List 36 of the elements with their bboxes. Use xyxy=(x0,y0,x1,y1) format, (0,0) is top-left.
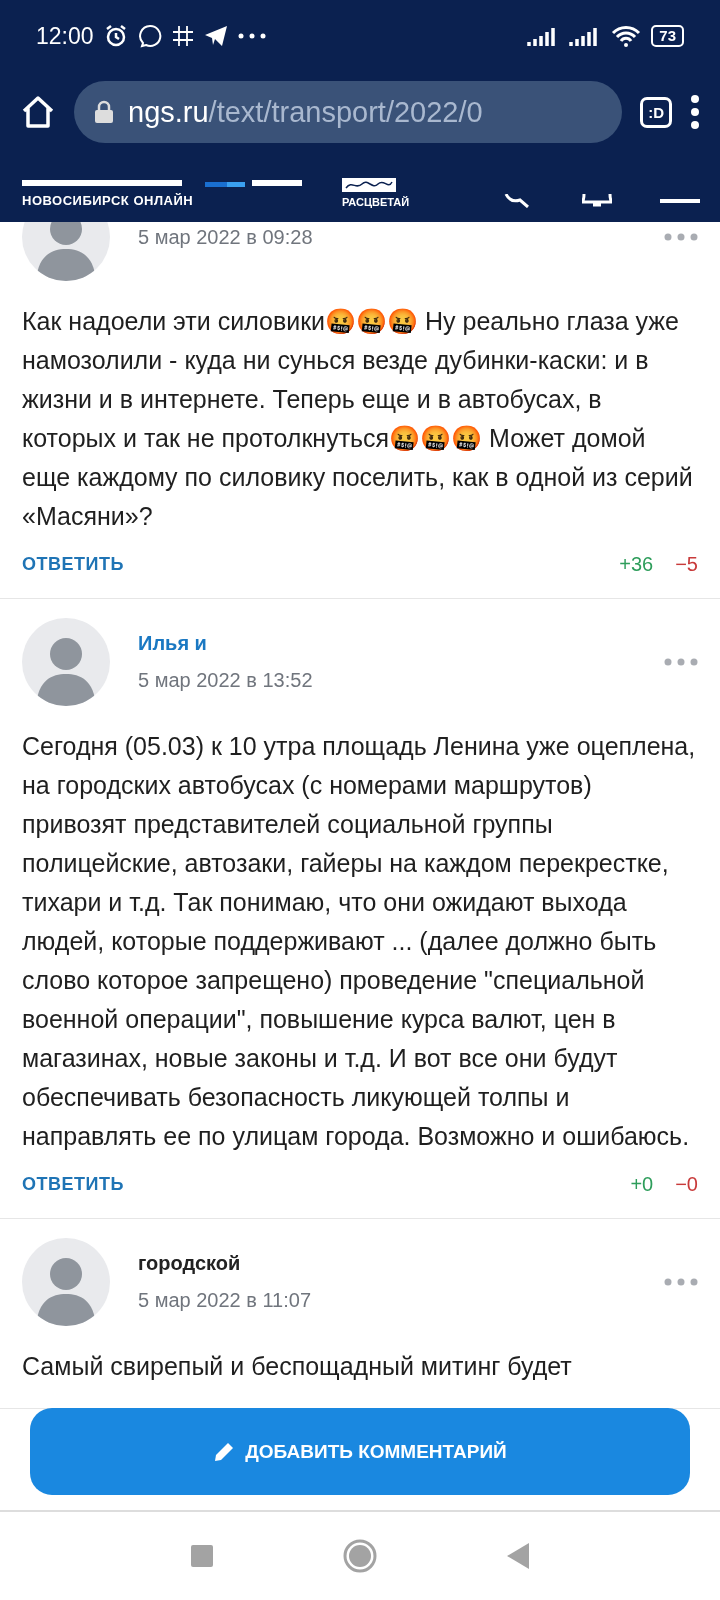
home-icon[interactable] xyxy=(20,94,56,130)
upvote-count[interactable]: +36 xyxy=(619,552,654,576)
comment-text: Сегодня (05.03) к 10 утра площадь Ленина уже оцеплена, на городских автобусах (с номерами маршрутов) привозят представителей социальной группы полицейские, автозаки, гайеры на каждом перекрестке, тихари и т.д. Так понимаю, что они ожидают выхода людей, которые поддерживают ... (далее должно быть слово которое запрещено) проведение "специальной военной операции", повышение курса валют, цен в магазинах, новые законы и т.д. И вот все они будут обеспечивать безопасность ликующей толпы и направлять ее по улицам города. Возможно и ошибаюсь. xyxy=(22,731,697,1152)
more-notifications-icon xyxy=(237,33,266,39)
comment-date: 5 мар 2022 в 11:07 xyxy=(138,1289,313,1312)
battery-level: 73 xyxy=(651,25,684,47)
grid-icon xyxy=(171,25,194,47)
downvote-count[interactable]: −0 xyxy=(675,1172,698,1196)
more-icon[interactable] xyxy=(664,658,698,666)
comment-text: Самый свирепый и беспощадный митинг будет xyxy=(22,1351,573,1382)
author-name[interactable]: городской xyxy=(138,1252,636,1275)
pattern-icon xyxy=(342,178,396,192)
home-button-icon[interactable] xyxy=(343,1539,377,1573)
downvote-count[interactable]: −5 xyxy=(675,552,698,576)
wifi-icon xyxy=(611,25,642,47)
tabs-button[interactable]: :D xyxy=(640,96,672,128)
logo-drawing[interactable] xyxy=(22,180,302,190)
more-icon[interactable] xyxy=(664,1278,698,1286)
pencil-icon xyxy=(213,1440,236,1463)
upvote-count[interactable]: +0 xyxy=(630,1172,654,1196)
status-time: 12:00 xyxy=(36,22,94,50)
back-icon[interactable] xyxy=(507,1543,529,1569)
menu-icon[interactable] xyxy=(690,95,700,129)
more-icon[interactable] xyxy=(664,233,698,241)
paper-plane-icon xyxy=(203,25,228,47)
site-tagline: НОВОСИБИРСК ОНЛАЙН xyxy=(22,193,195,208)
address-bar[interactable]: ngs.ru/text/transport/2022/0 xyxy=(74,81,623,143)
reply-link[interactable]: ОТВЕТИТЬ xyxy=(22,553,124,575)
author-name[interactable]: Илья и xyxy=(138,632,636,655)
add-comment-button[interactable]: ДОБАВИТЬ КОММЕНТАРИЙ xyxy=(30,1408,690,1495)
reply-link[interactable]: ОТВЕТИТЬ xyxy=(22,1173,124,1195)
promo-label[interactable]: РАСЦВЕТАЙ xyxy=(342,196,410,208)
comment-date: 5 мар 2022 в 13:52 xyxy=(138,669,314,692)
comment-text: Как надоели эти силовики🤬🤬🤬 Ну реально глаза уже намозолили - куда ни сунься везде дубинки-каски: и в жизни и в интернете. Теперь еще и в автобусах, в которых и так не протолкнуться🤬🤬🤬 Может домой еще каждому по силовику поселить, как в одной из серий «Масяни»? xyxy=(22,306,694,532)
lock-icon xyxy=(94,100,114,124)
comment-date: 5 мар 2022 в 09:28 xyxy=(138,225,314,249)
